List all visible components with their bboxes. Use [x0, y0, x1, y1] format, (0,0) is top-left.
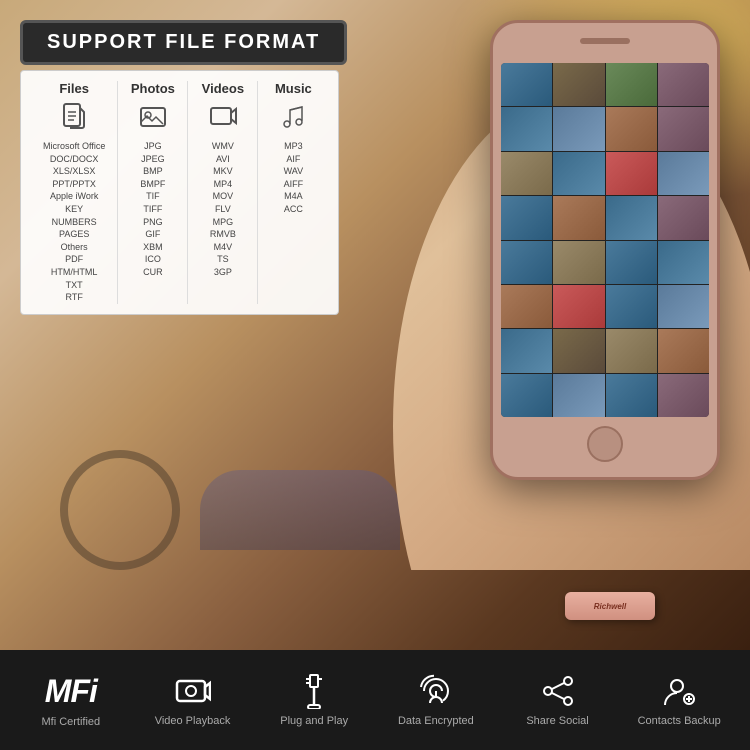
photos-header: Photos: [130, 81, 175, 96]
photos-items: JPGJPEGBMPBMPFTIFTIFFPNGGIFXBMICOCUR: [130, 140, 175, 279]
fingerprint-icon: [418, 673, 454, 709]
photo-cell: [553, 196, 604, 239]
contacts-icon: [661, 673, 697, 709]
files-header: Files: [43, 81, 105, 96]
usb-icon: [296, 673, 332, 709]
video-label: Video Playback: [155, 715, 231, 727]
format-col-photos: Photos JPGJPEGBMPBMPFTIFTIFFPNGGIFXBMICO…: [118, 81, 188, 304]
photo-cell: [501, 285, 552, 328]
mfi-icon: MFi: [45, 673, 97, 710]
mfi-label: Mfi Certified: [41, 716, 100, 728]
photo-cell: [553, 329, 604, 372]
photo-cell: [606, 152, 657, 195]
photo-cell: [658, 107, 709, 150]
format-col-videos: Videos WMVAVIMKVMP4MOVFLVMPGRMVBM4VTS3GP: [188, 81, 258, 304]
phone-screen: [501, 63, 709, 417]
banner-text: SUPPORT FILE FORMAT: [47, 31, 320, 53]
photo-cell: [606, 196, 657, 239]
photo-cell: [606, 329, 657, 372]
format-col-music: Music MP3AIFWAVAIFFM4AACC: [258, 81, 328, 304]
photo-cell: [501, 152, 552, 195]
social-label: Share Social: [526, 715, 588, 727]
music-items: MP3AIFWAVAIFFM4AACC: [270, 140, 316, 216]
plug-label: Plug and Play: [280, 715, 348, 727]
photo-cell: [553, 107, 604, 150]
photo-cell: [553, 374, 604, 417]
feature-encrypted: Data Encrypted: [375, 673, 497, 727]
photo-cell: [606, 285, 657, 328]
photos-icon: [130, 102, 175, 136]
photo-cell: [658, 374, 709, 417]
phone-speaker: [580, 38, 630, 44]
dashboard: [200, 470, 400, 550]
feature-social: Share Social: [497, 673, 619, 727]
photo-cell: [501, 374, 552, 417]
share-icon: [540, 673, 576, 709]
photo-cell: [501, 107, 552, 150]
usb-drive: Richwell: [565, 592, 655, 620]
photo-cell: [606, 63, 657, 106]
photo-cell: [501, 196, 552, 239]
videos-items: WMVAVIMKVMP4MOVFLVMPGRMVBM4VTS3GP: [200, 140, 245, 279]
feature-video: Video Playback: [132, 673, 254, 727]
photo-cell: [606, 374, 657, 417]
usb-brand-text: Richwell: [594, 602, 626, 611]
main-container: Richwell SUPPORT FILE FORMAT Files: [0, 0, 750, 750]
photo-cell: [553, 241, 604, 284]
files-items: Microsoft OfficeDOC/DOCXXLS/XLSXPPT/PPTX…: [43, 140, 105, 304]
phone-home-button: [587, 426, 623, 462]
photo-cell: [553, 63, 604, 106]
encrypted-label: Data Encrypted: [398, 715, 474, 727]
photo-cell: [658, 285, 709, 328]
contacts-label: Contacts Backup: [638, 715, 721, 727]
photo-cell: [658, 63, 709, 106]
format-table: Files Microsoft OfficeDOC/DOCXXLS/XLSXPP…: [20, 70, 339, 315]
format-col-files: Files Microsoft OfficeDOC/DOCXXLS/XLSXPP…: [31, 81, 118, 304]
background-scene: Richwell SUPPORT FILE FORMAT Files: [0, 0, 750, 650]
photo-cell: [553, 152, 604, 195]
photo-cell: [553, 285, 604, 328]
photo-cell: [606, 107, 657, 150]
music-icon: [270, 102, 316, 136]
feature-plug: Plug and Play: [253, 673, 375, 727]
photo-cell: [606, 241, 657, 284]
photo-cell: [501, 329, 552, 372]
photo-cell: [658, 196, 709, 239]
top-banner: SUPPORT FILE FORMAT: [20, 20, 347, 65]
music-header: Music: [270, 81, 316, 96]
files-icon: [43, 102, 105, 136]
phone: [490, 20, 720, 480]
videos-header: Videos: [200, 81, 245, 96]
steering-wheel: [60, 450, 180, 570]
videos-icon: [200, 102, 245, 136]
photo-cell: [658, 241, 709, 284]
bottom-bar: MFi Mfi Certified Video Playback Plug an…: [0, 650, 750, 750]
photo-cell: [501, 241, 552, 284]
photo-cell: [658, 329, 709, 372]
photo-cell: [501, 63, 552, 106]
photo-cell: [658, 152, 709, 195]
feature-contacts: Contacts Backup: [618, 673, 740, 727]
feature-mfi: MFi Mfi Certified: [10, 673, 132, 728]
camera-icon: [175, 673, 211, 709]
